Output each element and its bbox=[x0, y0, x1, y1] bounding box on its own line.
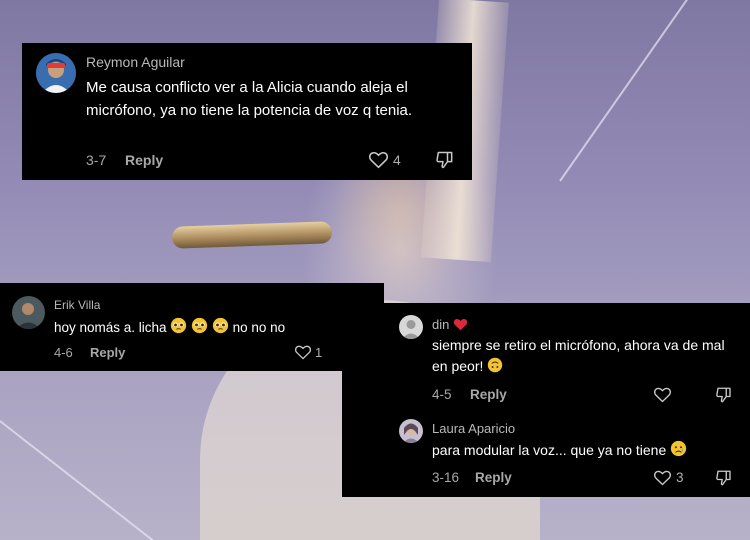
comment-date: 4-6 bbox=[54, 345, 73, 360]
avatar[interactable] bbox=[36, 53, 76, 93]
username[interactable]: Reymon Aguilar bbox=[86, 54, 185, 70]
reply-button[interactable]: Reply bbox=[475, 470, 512, 485]
comment-text-main: para modular la voz... que ya no tiene bbox=[432, 442, 667, 458]
microphone bbox=[171, 221, 333, 249]
reply-button[interactable]: Reply bbox=[125, 152, 163, 168]
sad-face-emoji bbox=[670, 440, 687, 463]
reply-button[interactable]: Reply bbox=[90, 345, 125, 360]
default-avatar-icon bbox=[399, 315, 423, 339]
comment-date: 3-16 bbox=[432, 470, 460, 485]
comment-card: Reymon Aguilar Me causa conflicto ver a … bbox=[22, 43, 472, 180]
heart-outline-icon[interactable] bbox=[294, 344, 312, 360]
comment-date: 4-5 bbox=[432, 387, 452, 402]
username-text: din bbox=[432, 317, 450, 332]
heart-outline-icon[interactable] bbox=[368, 150, 389, 169]
comment-card-group: din siempre se retiro el micrófono, ahor… bbox=[342, 303, 750, 497]
stage-light-beam bbox=[0, 420, 174, 540]
avatar-image bbox=[12, 296, 45, 329]
avatar[interactable] bbox=[399, 419, 423, 443]
red-heart-emoji bbox=[453, 317, 468, 334]
reply-button[interactable]: Reply bbox=[470, 387, 507, 402]
heart-outline-icon[interactable] bbox=[653, 469, 672, 486]
pleading-face-emoji bbox=[170, 317, 187, 341]
username[interactable]: Erik Villa bbox=[54, 298, 100, 312]
comment-text: hoy nomás a. licha no no no bbox=[54, 317, 374, 341]
username[interactable]: Laura Aparicio bbox=[432, 421, 515, 436]
heart-outline-icon[interactable] bbox=[653, 386, 672, 403]
pleading-face-emoji bbox=[212, 317, 229, 341]
avatar-image bbox=[36, 53, 76, 93]
username[interactable]: din bbox=[432, 317, 468, 334]
dislike-icon[interactable] bbox=[715, 386, 733, 404]
comment-text-main: siempre se retiro el micrófono, ahora va… bbox=[432, 337, 725, 375]
like-count: 3 bbox=[676, 470, 684, 485]
comment-text: Me causa conflicto ver a la Alicia cuand… bbox=[86, 79, 413, 119]
pleading-face-emoji bbox=[191, 317, 208, 341]
comment-text: para modular la voz... que ya no tiene bbox=[432, 440, 742, 463]
comment-card: Erik Villa hoy nomás a. licha no no no 4… bbox=[0, 283, 384, 371]
comment-text: siempre se retiro el micrófono, ahora va… bbox=[432, 335, 742, 380]
like-count: 4 bbox=[393, 152, 401, 168]
comment-text-main: hoy nomás a. licha bbox=[54, 320, 167, 335]
avatar[interactable] bbox=[399, 315, 423, 339]
comment-text-suffix: no no no bbox=[232, 320, 286, 335]
like-count: 1 bbox=[315, 345, 323, 360]
upside-down-face-emoji bbox=[487, 357, 503, 379]
stage-light-beam bbox=[559, 0, 710, 182]
comment-date: 3-7 bbox=[86, 152, 107, 168]
avatar-image bbox=[399, 419, 423, 443]
dislike-icon[interactable] bbox=[715, 469, 733, 487]
avatar[interactable] bbox=[12, 296, 45, 329]
dislike-icon[interactable] bbox=[435, 150, 455, 170]
